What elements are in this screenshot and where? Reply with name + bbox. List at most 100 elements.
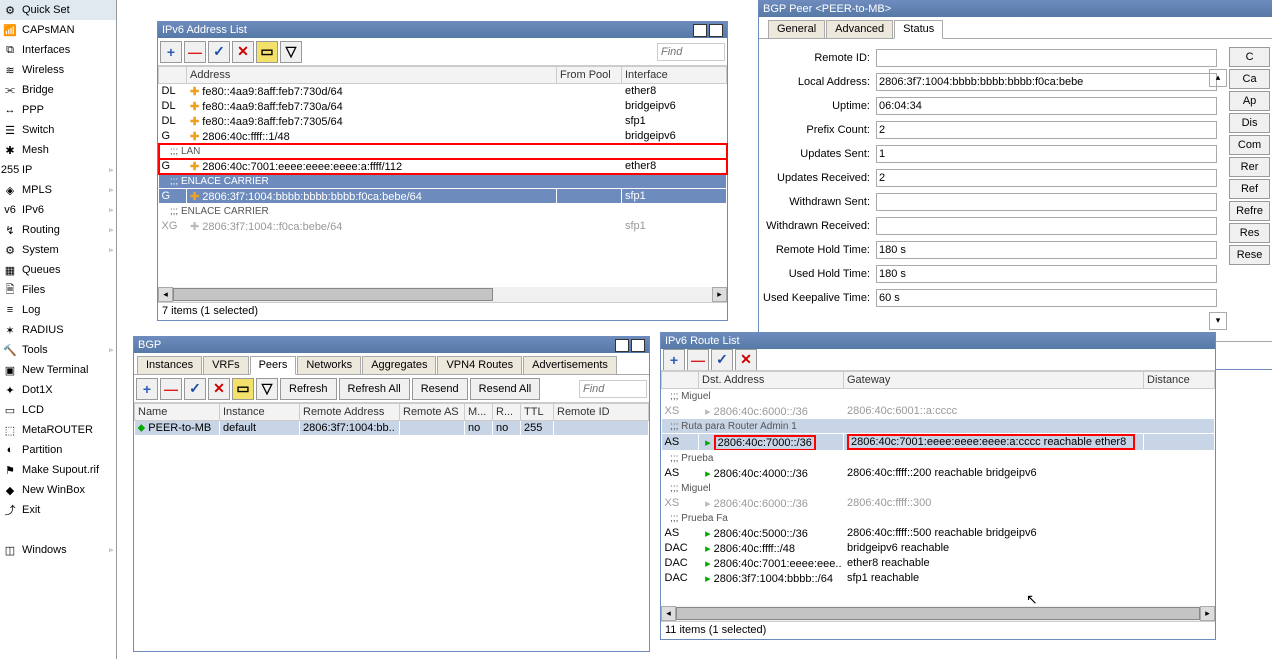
remove-button[interactable]: — [160,378,182,400]
col-interface[interactable]: Interface [622,67,727,84]
route-comment[interactable]: ;;; Prueba [662,451,1215,466]
panel-button[interactable]: Refre [1229,201,1270,221]
find-input[interactable] [657,43,725,61]
find-input[interactable] [579,380,647,398]
scroll-left-icon[interactable]: ◂ [158,287,173,302]
route-row[interactable]: AS ▸ 2806:40c:4000::/362806:40c:ffff::20… [662,466,1215,481]
table-header-row[interactable]: Dst. Address Gateway Distance [662,372,1215,389]
sidebar-item[interactable]: ◈MPLS▹ [0,180,116,200]
panel-button[interactable]: Res [1229,223,1270,243]
col-dst[interactable]: Dst. Address [699,372,844,389]
tab-general[interactable]: General [768,20,825,38]
form-value[interactable]: 2806:3f7:1004:bbbb:bbbb:bbbb:f0ca:bebe [876,73,1217,91]
form-value[interactable]: 60 s [876,289,1217,307]
panel-button[interactable]: Ref [1229,179,1270,199]
address-row[interactable]: DL✚ fe80::4aa9:8aff:feb7:7305/64sfp1 [159,114,727,129]
sidebar-item[interactable]: ⚙System▹ [0,240,116,260]
route-row[interactable]: DAC ▸ 2806:40c:ffff::/48bridgeipv6 reach… [662,541,1215,556]
col-m[interactable]: M... [465,404,493,421]
address-row[interactable]: ;;; ENLACE CARRIER [159,174,727,189]
route-row[interactable]: XS ▸ 2806:40c:6000::/362806:40c:6001::a:… [662,404,1215,419]
peer-row[interactable]: ⬥ PEER-to-MB default 2806:3f7:1004:bb.. … [135,421,649,436]
col-ttl[interactable]: TTL [521,404,554,421]
route-row[interactable]: XS ▸ 2806:40c:6000::/362806:40c:ffff::30… [662,496,1215,511]
remove-button[interactable]: — [687,349,709,371]
add-button[interactable]: + [663,349,685,371]
route-comment[interactable]: ;;; Prueba Fa [662,511,1215,526]
col-r[interactable]: R... [493,404,521,421]
down-arrow-icon[interactable]: ▾ [1209,312,1227,330]
col-remoteid[interactable]: Remote ID [554,404,649,421]
resend-button[interactable]: Resend [412,378,468,400]
panel-button[interactable]: C [1229,47,1270,67]
tab-status[interactable]: Status [894,20,943,39]
sidebar-item[interactable]: ⫘Bridge [0,80,116,100]
route-row[interactable]: DAC ▸ 2806:3f7:1004:bbbb::/64sfp1 reacha… [662,571,1215,586]
sidebar-item[interactable]: ☰Switch [0,120,116,140]
form-value[interactable] [876,49,1217,67]
enable-button[interactable]: ✓ [184,378,206,400]
h-scrollbar[interactable]: ◂ ▸ [158,287,727,302]
col-flags[interactable] [662,372,699,389]
form-value[interactable]: 06:04:34 [876,97,1217,115]
add-button[interactable]: + [160,41,182,63]
route-row[interactable]: DAC ▸ 2806:40c:7001:eeee:eee..ether8 rea… [662,556,1215,571]
panel-button[interactable]: Com [1229,135,1270,155]
scroll-right-icon[interactable]: ▸ [1200,606,1215,621]
minimize-button[interactable]: ☐ [693,24,707,37]
enable-button[interactable]: ✓ [711,349,733,371]
address-row[interactable]: G✚ 2806:40c:ffff::1/48bridgeipv6 [159,129,727,144]
close-button[interactable]: ✕ [631,339,645,352]
filter-button[interactable]: ▽ [280,41,302,63]
form-value[interactable]: 180 s [876,265,1217,283]
close-button[interactable]: ✕ [709,24,723,37]
window-titlebar[interactable]: BGP Peer <PEER-to-MB> [759,1,1272,17]
col-gateway[interactable]: Gateway [844,372,1144,389]
refresh-all-button[interactable]: Refresh All [339,378,410,400]
sidebar-item[interactable]: ⧉Interfaces [0,40,116,60]
tab-advanced[interactable]: Advanced [826,20,893,38]
add-button[interactable]: + [136,378,158,400]
route-comment[interactable]: ;;; Miguel [662,389,1215,404]
minimize-button[interactable]: ☐ [615,339,629,352]
refresh-button[interactable]: Refresh [280,378,337,400]
h-scrollbar[interactable]: ◂ ▸ [661,606,1215,621]
sidebar-item[interactable]: ≡Log [0,300,116,320]
sidebar-item[interactable]: ↔PPP [0,100,116,120]
sidebar-item[interactable]: ◫Windows▹ [0,540,116,560]
panel-button[interactable]: Ap [1229,91,1270,111]
route-comment[interactable]: ;;; Miguel [662,481,1215,496]
sidebar-item[interactable]: ✦Dot1X [0,380,116,400]
disable-button[interactable]: ✕ [208,378,230,400]
sidebar-item[interactable]: ◆New WinBox [0,480,116,500]
table-header-row[interactable]: Name Instance Remote Address Remote AS M… [135,404,649,421]
window-titlebar[interactable]: IPv6 Address List ☐ ✕ [158,22,727,38]
tab-advertisements[interactable]: Advertisements [523,356,617,374]
route-comment[interactable]: ;;; Ruta para Router Admin 1 [662,419,1215,434]
address-row[interactable]: ;;; LAN [159,144,727,159]
scroll-left-icon[interactable]: ◂ [661,606,676,621]
address-row[interactable]: ;;; ENLACE CARRIER [159,204,727,219]
address-row[interactable]: XG✚ 2806:3f7:1004::f0ca:bebe/64sfp1 [159,219,727,234]
sidebar-item[interactable]: ▦Queues [0,260,116,280]
tab-instances[interactable]: Instances [137,356,202,374]
tab-vrfs[interactable]: VRFs [203,356,249,374]
address-row[interactable]: G✚ 2806:40c:7001:eeee:eeee:eeee:a:ffff/1… [159,159,727,174]
remove-button[interactable]: — [184,41,206,63]
sidebar-item[interactable]: ▣New Terminal [0,360,116,380]
sidebar-item[interactable]: ✶RADIUS [0,320,116,340]
sidebar-item[interactable]: 🔨Tools▹ [0,340,116,360]
form-value[interactable]: 180 s [876,241,1217,259]
address-row[interactable]: DL✚ fe80::4aa9:8aff:feb7:730d/64ether8 [159,84,727,99]
scroll-thumb[interactable] [173,288,493,301]
panel-button[interactable]: Rese [1229,245,1270,265]
panel-button[interactable]: Rer [1229,157,1270,177]
route-row[interactable]: AS ▸ 2806:40c:7000::/362806:40c:7001:eee… [662,434,1215,451]
col-flags[interactable] [159,67,187,84]
form-value[interactable]: 2 [876,169,1217,187]
table-header-row[interactable]: Address From Pool Interface [159,67,727,84]
sidebar-item[interactable]: ↯Routing▹ [0,220,116,240]
panel-button[interactable]: Dis [1229,113,1270,133]
col-distance[interactable]: Distance [1144,372,1215,389]
form-value[interactable]: 1 [876,145,1217,163]
